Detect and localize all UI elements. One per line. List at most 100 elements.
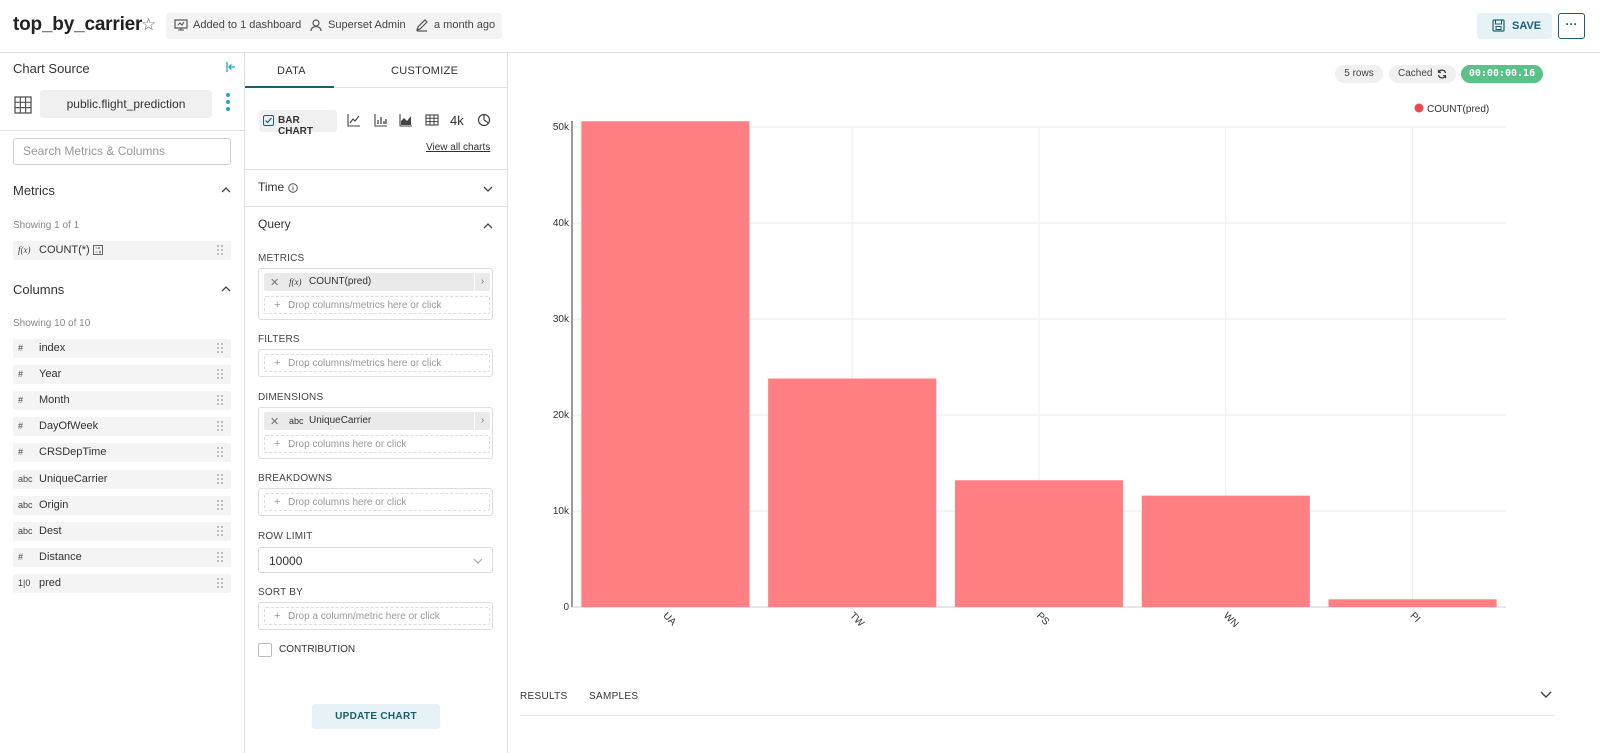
drag-handle-icon[interactable] <box>217 245 223 256</box>
legend-label: COUNT(pred) <box>1427 104 1489 115</box>
pencil-icon <box>416 19 428 32</box>
metric-pill[interactable]: ✕ f(x) COUNT(pred) › <box>264 273 490 291</box>
metrics-drop-zone[interactable]: + Drop columns/metrics here or click <box>264 296 490 314</box>
drag-handle-icon[interactable] <box>217 421 223 432</box>
chevron-up-icon[interactable] <box>221 185 231 195</box>
tab-customize[interactable]: CUSTOMIZE <box>391 65 458 77</box>
tab-data[interactable]: DATA <box>277 65 306 77</box>
collapse-panel-icon[interactable] <box>225 61 237 73</box>
drag-handle-icon[interactable] <box>217 525 223 537</box>
row-limit-select[interactable]: 10000 <box>258 547 493 573</box>
tab-samples[interactable]: SAMPLES <box>589 691 638 702</box>
y-tick-label: 0 <box>563 602 569 613</box>
area-chart-icon[interactable] <box>399 113 413 127</box>
legend-marker <box>1414 103 1424 113</box>
more-options-button[interactable]: ··· <box>1558 13 1585 39</box>
drag-handle-icon[interactable] <box>217 369 223 380</box>
update-chart-button[interactable]: UPDATE CHART <box>312 704 440 729</box>
columns-section-title[interactable]: Columns <box>13 282 64 297</box>
active-tab-indicator <box>245 86 334 88</box>
breakdowns-drop-zone[interactable]: + Drop columns here or click <box>264 493 490 511</box>
drag-handle-icon[interactable] <box>217 343 223 354</box>
divider <box>0 130 245 131</box>
column-item[interactable]: # DayOfWeek <box>13 417 231 437</box>
drop-hint: Drop columns/metrics here or click <box>288 358 442 369</box>
plus-icon: + <box>274 496 281 508</box>
column-type-icon: # <box>18 421 24 432</box>
chevron-up-icon[interactable] <box>221 284 231 294</box>
metric-item[interactable]: f(x) COUNT(*) <box>13 241 231 260</box>
column-item[interactable]: # index <box>13 339 231 358</box>
drag-handle-icon[interactable] <box>217 499 223 511</box>
chevron-right-icon[interactable]: › <box>474 273 490 291</box>
bar <box>1328 599 1497 607</box>
drag-handle-icon[interactable] <box>217 577 223 589</box>
bar <box>954 480 1124 607</box>
filters-drop-zone[interactable]: + Drop columns/metrics here or click <box>264 354 490 372</box>
column-item[interactable]: # Month <box>13 391 231 411</box>
search-metrics-input[interactable]: Search Metrics & Columns <box>13 138 231 165</box>
column-item[interactable]: abc UniqueCarrier <box>13 469 231 489</box>
column-item[interactable]: # Year <box>13 365 231 385</box>
columns-count: Showing 10 of 10 <box>13 318 91 329</box>
filters-control: + Drop columns/metrics here or click <box>258 349 493 377</box>
viz-type-label: BAR CHART <box>278 115 313 137</box>
contribution-checkbox[interactable] <box>258 643 272 657</box>
x-tick-label: WN <box>1221 611 1241 631</box>
column-name: DayOfWeek <box>39 420 99 433</box>
save-icon <box>1492 19 1505 32</box>
x-tick-label: UA <box>660 611 678 629</box>
line-chart-icon[interactable] <box>347 113 361 127</box>
column-item[interactable]: abc Dest <box>13 521 231 541</box>
table-icon[interactable] <box>425 113 439 127</box>
drag-handle-icon[interactable] <box>217 551 223 563</box>
plus-icon: + <box>274 438 281 450</box>
chevron-down-icon[interactable] <box>1540 689 1552 699</box>
chevron-right-icon[interactable]: › <box>474 412 490 430</box>
results-divider <box>520 715 1555 716</box>
time-section-header[interactable]: Time <box>245 169 508 206</box>
column-item[interactable]: # Distance <box>13 547 231 567</box>
sort-by-label: SORT BY <box>258 587 303 598</box>
function-icon: f(x) <box>18 245 31 255</box>
metric-name: COUNT(*) <box>39 244 90 256</box>
drop-hint: Drop columns/metrics here or click <box>288 300 442 311</box>
metrics-control: ✕ f(x) COUNT(pred) › + Drop columns/metr… <box>258 268 493 320</box>
bar-chart-icon[interactable] <box>374 113 388 127</box>
y-tick-label: 10k <box>553 506 570 517</box>
query-section-header[interactable]: Query <box>245 206 508 231</box>
dimensions-drop-zone[interactable]: + Drop columns here or click <box>264 435 490 453</box>
datasource-name[interactable]: public.flight_prediction <box>40 90 212 118</box>
drag-handle-icon[interactable] <box>217 395 223 406</box>
view-all-charts-link[interactable]: View all charts <box>426 142 490 153</box>
header: top_by_carrier ☆ Added to 1 dashboard Su… <box>0 0 1600 53</box>
drag-handle-icon[interactable] <box>217 447 223 458</box>
dashboards-count[interactable]: Added to 1 dashboard <box>193 19 301 31</box>
datasource-menu-icon[interactable] <box>225 93 231 114</box>
pie-chart-icon[interactable] <box>477 113 491 127</box>
metrics-section-title[interactable]: Metrics <box>13 183 55 198</box>
column-item[interactable]: 1|0 pred <box>13 573 231 593</box>
modified-time[interactable]: a month ago <box>434 19 495 31</box>
sort-by-drop-zone[interactable]: + Drop a column/metric here or click <box>264 607 490 625</box>
remove-icon[interactable]: ✕ <box>270 276 279 289</box>
chart-title[interactable]: top_by_carrier <box>13 14 142 36</box>
column-name: CRSDepTime <box>39 446 107 459</box>
column-item[interactable]: # CRSDepTime <box>13 443 231 463</box>
save-button[interactable]: SAVE <box>1477 13 1552 39</box>
chevron-down-icon <box>473 558 483 564</box>
column-type-icon: # <box>18 395 24 406</box>
owner-name[interactable]: Superset Admin <box>328 19 406 31</box>
tab-results[interactable]: RESULTS <box>520 691 567 702</box>
viz-type-bar-chart[interactable]: BAR CHART <box>259 110 337 137</box>
calculator-icon <box>93 245 103 255</box>
column-type-icon: # <box>18 447 24 458</box>
column-item[interactable]: abc Origin <box>13 495 231 515</box>
drag-handle-icon[interactable] <box>217 473 223 485</box>
bar <box>768 378 937 607</box>
favorite-star-icon[interactable]: ☆ <box>141 15 156 35</box>
big-number-icon[interactable]: 4k <box>450 113 464 128</box>
dimension-pill[interactable]: ✕ abc UniqueCarrier › <box>264 412 490 430</box>
control-panel: DATA CUSTOMIZE BAR CHART 4k View all cha… <box>245 53 508 753</box>
remove-icon[interactable]: ✕ <box>270 415 279 428</box>
